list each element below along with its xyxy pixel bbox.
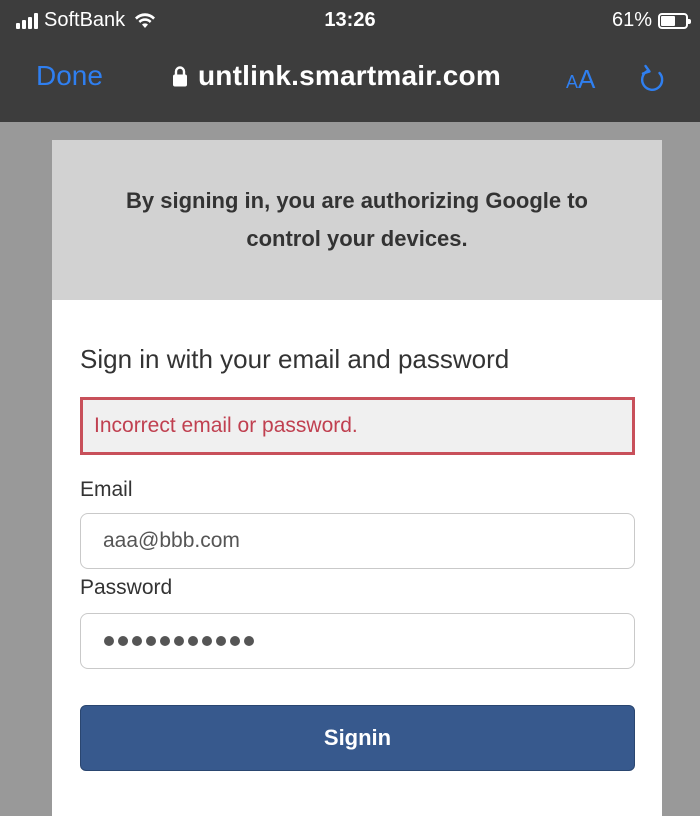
- done-button[interactable]: Done: [36, 60, 103, 92]
- battery-percent: 61%: [611, 9, 652, 31]
- url-text: untlink.smartmair.com: [198, 60, 501, 91]
- status-bar: SoftBank 13:26 61%: [0, 0, 700, 42]
- password-field[interactable]: [80, 613, 635, 669]
- status-right: 61%: [611, 9, 691, 32]
- text-size-button[interactable]: AA: [566, 64, 595, 95]
- text-size-big-label: A: [578, 64, 596, 94]
- banner-text: By signing in, you are authorizing Googl…: [125, 188, 588, 251]
- email-field[interactable]: [80, 513, 635, 569]
- battery-icon: [658, 12, 691, 29]
- text-size-small-label: A: [566, 72, 579, 92]
- status-time: 13:26: [324, 9, 376, 31]
- email-label: Email: [80, 478, 133, 501]
- lock-icon: [173, 66, 187, 87]
- address-bar[interactable]: untlink.smartmair.com: [172, 60, 501, 92]
- battery-fill: [661, 15, 675, 26]
- reload-icon[interactable]: [638, 62, 668, 96]
- browser-nav-bar: Done untlink.smartmair.com AA: [0, 42, 700, 122]
- battery-tip: [688, 18, 691, 24]
- signin-heading: Sign in with your email and password: [80, 344, 510, 374]
- signin-card: By signing in, you are authorizing Googl…: [52, 140, 662, 816]
- signin-button[interactable]: Signin: [80, 705, 635, 771]
- error-message-box: Incorrect email or password.: [80, 397, 635, 455]
- error-message: Incorrect email or password.: [94, 414, 358, 437]
- password-label: Password: [80, 576, 173, 599]
- authorization-banner: By signing in, you are authorizing Googl…: [52, 140, 662, 300]
